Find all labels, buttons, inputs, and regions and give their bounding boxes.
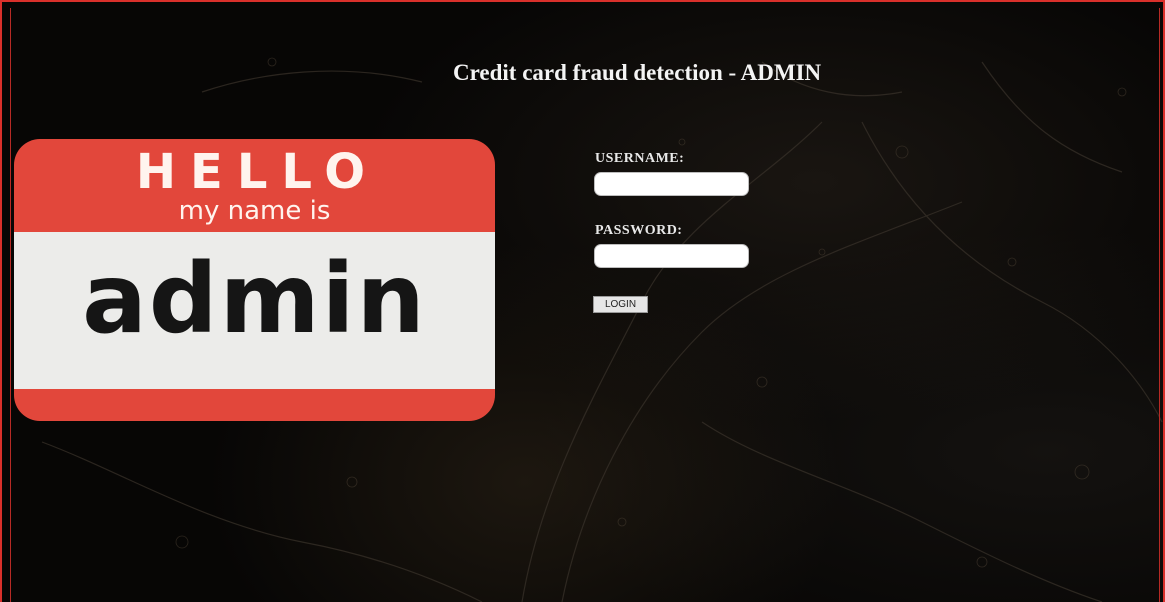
password-field[interactable] <box>594 244 749 268</box>
page-title: Credit card fraud detection - ADMIN <box>453 60 822 85</box>
badge-subtitle: my name is <box>178 196 331 226</box>
password-label: PASSWORD: <box>595 223 683 238</box>
badge-greeting: HELLO <box>135 144 380 200</box>
hello-name-badge-image: HELLO my name is admin <box>14 139 495 421</box>
username-label: USERNAME: <box>595 151 685 166</box>
username-field[interactable] <box>594 172 749 196</box>
badge-name: admin <box>82 243 427 355</box>
login-button[interactable]: LOGIN <box>593 296 648 313</box>
